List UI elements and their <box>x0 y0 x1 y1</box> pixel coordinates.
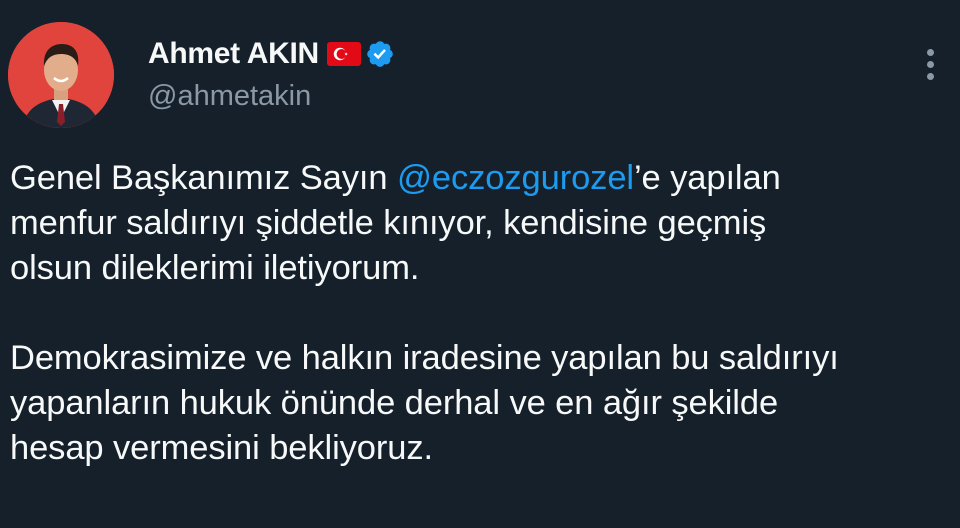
tweet-text-fragment: ’e yapılan <box>633 159 781 197</box>
more-vertical-icon <box>926 48 934 56</box>
tweet-line: Demokrasimize ve halkın iradesine yapıla… <box>10 339 839 377</box>
name-row: Ahmet AKIN <box>148 34 395 74</box>
user-handle[interactable]: @ahmetakin <box>148 82 395 111</box>
avatar[interactable] <box>8 22 114 128</box>
display-name[interactable]: Ahmet AKIN <box>148 39 319 69</box>
tweet-line: hesap vermesini bekliyoruz. <box>10 429 433 467</box>
verified-badge-icon[interactable] <box>365 39 395 69</box>
more-vertical-icon-dot <box>926 60 934 68</box>
turkey-flag-icon <box>326 42 361 66</box>
tweet-card: Ahmet AKIN @ahmetakin Genel Başkanımız S… <box>0 0 960 528</box>
mention-link[interactable]: @eczozgurozel <box>397 159 634 197</box>
tweet-line: menfur saldırıyı şiddetle kınıyor, kendi… <box>10 204 767 242</box>
tweet-line: Genel Başkanımız Sayın @eczozgurozel’e y… <box>10 156 955 201</box>
tweet-text-fragment: Genel Başkanımız Sayın <box>10 159 397 197</box>
tweet-paragraph-2: Demokrasimize ve halkın iradesine yapıla… <box>10 336 955 471</box>
tweet-text: Genel Başkanımız Sayın @eczozgurozel’e y… <box>10 156 955 471</box>
avatar-image <box>8 22 114 128</box>
more-options-button[interactable] <box>910 42 950 86</box>
tweet-header: Ahmet AKIN @ahmetakin <box>148 34 395 111</box>
more-vertical-icon-dot <box>926 72 934 80</box>
tweet-line: olsun dileklerimi iletiyorum. <box>10 249 420 287</box>
tweet-line: yapanların hukuk önünde derhal ve en ağı… <box>10 384 779 422</box>
tweet-paragraph-1: Genel Başkanımız Sayın @eczozgurozel’e y… <box>10 156 955 291</box>
